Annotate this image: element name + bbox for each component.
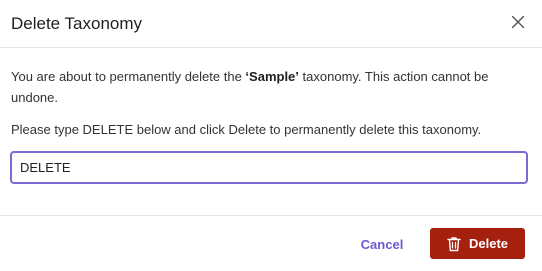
confirm-delete-input[interactable] <box>10 151 528 184</box>
dialog-footer: Cancel Delete <box>0 216 542 271</box>
dialog-title: Delete Taxonomy <box>11 14 143 33</box>
taxonomy-name: Sample <box>249 69 296 84</box>
close-button[interactable] <box>508 12 528 32</box>
cancel-button[interactable]: Cancel <box>352 229 412 259</box>
instruction-text: Please type DELETE below and click Delet… <box>11 122 482 137</box>
warning-message: You are about to permanently delete the … <box>11 66 526 108</box>
delete-button[interactable]: Delete <box>430 228 525 259</box>
close-icon <box>511 15 525 29</box>
delete-button-label: Delete <box>468 236 509 251</box>
delete-taxonomy-dialog: Delete Taxonomy You are about to permane… <box>0 0 542 271</box>
warning-message-prefix: You are about to permanently delete the <box>11 69 246 84</box>
dialog-body: You are about to permanently delete the … <box>0 48 542 216</box>
dialog-header: Delete Taxonomy <box>0 0 542 48</box>
trash-icon <box>447 236 461 251</box>
